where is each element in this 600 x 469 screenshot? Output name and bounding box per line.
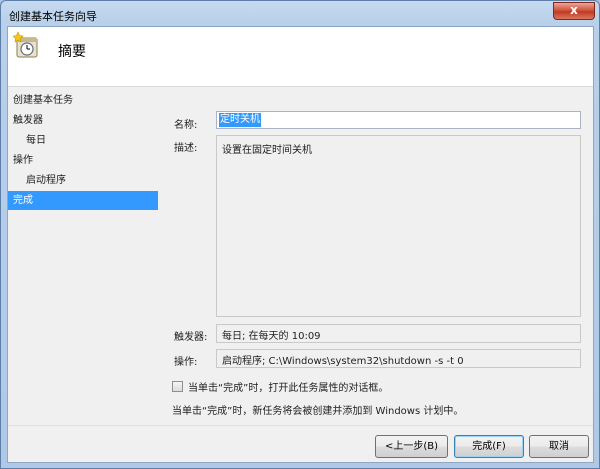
name-value: 定时关机	[219, 113, 261, 127]
action-label: 操作:	[174, 357, 198, 368]
wizard-header: 摘要	[8, 27, 593, 87]
description-label: 描述:	[174, 143, 198, 154]
window-title: 创建基本任务向导	[9, 10, 97, 23]
cancel-button[interactable]: 取消	[529, 435, 589, 458]
nav-item-1[interactable]: 触发器	[8, 111, 158, 130]
open-properties-label[interactable]: 当单击“完成”时，打开此任务属性的对话框。	[188, 379, 388, 394]
button-bar: <上一步(B) 完成(F) 取消	[8, 425, 593, 462]
wizard-steps-nav: 创建基本任务 触发器 每日 操作 启动程序 完成	[8, 87, 158, 387]
title-bar[interactable]: 创建基本任务向导 x	[1, 1, 599, 26]
trigger-field[interactable]: 每日; 在每天的 10:09	[216, 324, 581, 343]
close-icon: x	[570, 3, 578, 17]
back-button[interactable]: <上一步(B)	[375, 435, 448, 458]
nav-item-2[interactable]: 每日	[8, 131, 158, 150]
nav-item-3[interactable]: 操作	[8, 151, 158, 170]
open-properties-checkbox[interactable]	[172, 381, 183, 392]
wizard-body: 创建基本任务 触发器 每日 操作 启动程序 完成 名称: 定时关机 描述: 设置在固定时间…	[8, 87, 593, 462]
trigger-value: 每日; 在每天的 10:09	[222, 331, 321, 342]
description-field[interactable]: 设置在固定时间关机	[216, 135, 581, 317]
trigger-label: 触发器:	[174, 332, 208, 343]
name-field[interactable]: 定时关机	[216, 111, 581, 129]
page-title: 摘要	[58, 44, 86, 60]
close-button[interactable]: x	[553, 2, 595, 20]
name-label: 名称:	[174, 120, 198, 131]
wizard-client-area: 摘要 创建基本任务 触发器 每日 操作 启动程序 完成 名称: 定时关机 描述: 设置在固…	[7, 26, 594, 463]
finish-button[interactable]: 完成(F)	[454, 435, 524, 458]
description-value: 设置在固定时间关机	[222, 145, 312, 156]
action-value: 启动程序; C:\Windows\system32\shutdown -s -t…	[222, 356, 464, 367]
nav-item-0[interactable]: 创建基本任务	[8, 91, 158, 110]
nav-item-4[interactable]: 启动程序	[8, 171, 158, 190]
task-clock-icon	[13, 31, 38, 58]
nav-item-5[interactable]: 完成	[8, 191, 158, 210]
finish-info-text: 当单击“完成”时，新任务将会被创建并添加到 Windows 计划中。	[172, 406, 464, 417]
wizard-window: 创建基本任务向导 x 摘要 创建基本任务 触发器 每日 操作 启动程序 完成 名称: 定时…	[0, 0, 600, 469]
action-field[interactable]: 启动程序; C:\Windows\system32\shutdown -s -t…	[216, 349, 581, 368]
